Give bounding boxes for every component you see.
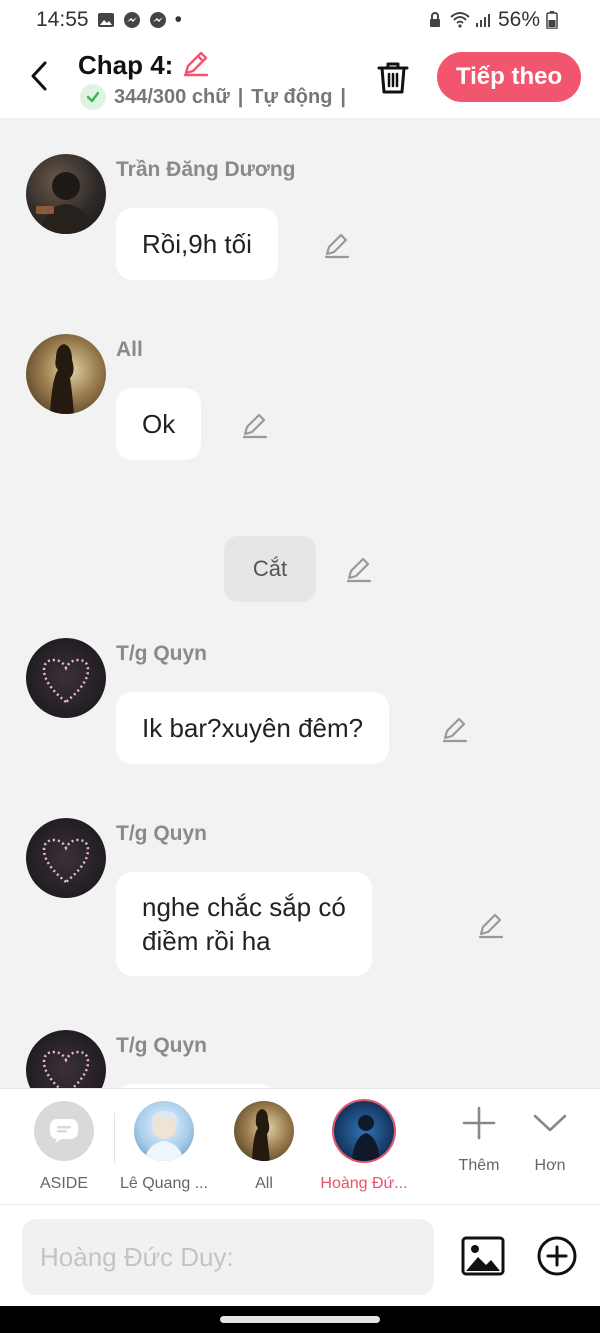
character-le-quang[interactable]: Lê Quang ... bbox=[114, 1101, 214, 1193]
add-label: Thêm bbox=[458, 1157, 500, 1174]
subtitle-row: 344/300 chữ | Tự động | bbox=[80, 84, 346, 110]
avatar[interactable] bbox=[26, 334, 106, 414]
chevron-down-icon bbox=[530, 1103, 570, 1143]
character-all[interactable]: All bbox=[214, 1101, 314, 1193]
status-right: 56% bbox=[426, 8, 564, 32]
avatar[interactable] bbox=[26, 818, 106, 898]
character-aside[interactable]: ASIDE bbox=[14, 1101, 114, 1193]
narration-bubble[interactable]: Cắt bbox=[224, 536, 316, 602]
home-indicator[interactable] bbox=[220, 1316, 380, 1323]
character-name: Lê Quang ... bbox=[119, 1175, 209, 1192]
message-bubble[interactable]: Ik bar?xuyên đêm? bbox=[116, 692, 390, 764]
check-icon bbox=[80, 84, 106, 110]
edit-narration-icon[interactable] bbox=[344, 554, 374, 584]
edit-message-icon[interactable] bbox=[240, 410, 270, 440]
message-bubble[interactable]: nghe chắc sắp có điềm rồi ha bbox=[116, 872, 372, 976]
chat-bubble-icon bbox=[50, 1119, 78, 1143]
edit-message-icon[interactable] bbox=[322, 230, 352, 260]
mode-label: Tự động bbox=[251, 85, 333, 108]
message-text: Ok bbox=[142, 409, 176, 439]
plus-icon bbox=[459, 1103, 499, 1143]
word-count: 344/300 chữ bbox=[114, 85, 230, 108]
back-button[interactable] bbox=[22, 56, 56, 96]
back-arrow-icon bbox=[31, 61, 47, 91]
character-name: ASIDE bbox=[39, 1175, 88, 1192]
trash-icon bbox=[377, 62, 409, 94]
sender-name: Trần Đăng Dương bbox=[116, 158, 296, 181]
status-bar: 14:55 • 56% bbox=[0, 0, 600, 40]
more-label: Hơn bbox=[534, 1157, 566, 1174]
lock-icon bbox=[426, 11, 444, 29]
title-row: Chap 4: bbox=[78, 48, 211, 83]
sender-name: All bbox=[116, 338, 143, 361]
plus-circle-icon bbox=[537, 1236, 577, 1276]
avatar[interactable] bbox=[26, 154, 106, 234]
add-character-button[interactable]: Thêm bbox=[444, 1103, 514, 1175]
wifi-icon bbox=[450, 11, 470, 29]
more-button[interactable]: Hơn bbox=[515, 1103, 585, 1175]
aside-avatar bbox=[34, 1101, 94, 1161]
character-avatar bbox=[334, 1101, 394, 1161]
sender-name: T/g Quyn bbox=[116, 642, 207, 665]
chat-area[interactable]: Trần Đăng Dương Rồi,9h tối All Ok Cắt T/… bbox=[0, 118, 600, 1088]
character-hoang-duc[interactable]: Hoàng Đứ... bbox=[314, 1101, 414, 1193]
message-text: Ik bar?xuyên đêm? bbox=[142, 713, 364, 743]
gallery-notification-icon bbox=[97, 11, 115, 29]
message-bubble[interactable]: Ok bbox=[116, 388, 202, 460]
message-bubble[interactable]: Rồi,9h tối bbox=[116, 208, 278, 280]
character-bar: ASIDE Lê Quang ... All Hoàng Đứ... Thêm … bbox=[0, 1088, 600, 1204]
character-name: All bbox=[255, 1175, 273, 1192]
message-input[interactable] bbox=[22, 1219, 434, 1295]
message-text-line-2: điềm rồi ha bbox=[142, 926, 271, 956]
sender-name: T/g Quyn bbox=[116, 822, 207, 845]
character-avatar bbox=[134, 1101, 194, 1161]
message-text: Rồi,9h tối bbox=[142, 229, 252, 259]
image-icon bbox=[461, 1236, 505, 1276]
edit-message-icon[interactable] bbox=[476, 910, 506, 940]
sender-name: T/g Quyn bbox=[116, 1034, 207, 1057]
messenger-notification-icon-2 bbox=[149, 11, 167, 29]
subtitle-separator: | bbox=[237, 85, 244, 108]
character-avatar bbox=[234, 1101, 294, 1161]
next-button[interactable]: Tiếp theo bbox=[437, 52, 581, 102]
edit-title-icon[interactable] bbox=[181, 48, 211, 83]
status-left: 14:55 • bbox=[36, 8, 182, 32]
status-time: 14:55 bbox=[36, 8, 89, 31]
avatar[interactable] bbox=[26, 1030, 106, 1088]
subtitle-trailing: | bbox=[340, 85, 347, 108]
battery-icon bbox=[546, 11, 564, 30]
messenger-notification-icon bbox=[123, 11, 141, 29]
chapter-title: Chap 4: bbox=[78, 50, 174, 80]
signal-icon bbox=[474, 11, 492, 29]
status-dot: • bbox=[174, 8, 182, 31]
edit-message-icon[interactable] bbox=[440, 714, 470, 744]
battery-percent: 56% bbox=[497, 8, 540, 31]
delete-button[interactable] bbox=[372, 56, 414, 98]
character-name: Hoàng Đứ... bbox=[320, 1175, 408, 1192]
add-content-button[interactable] bbox=[536, 1235, 578, 1277]
avatar[interactable] bbox=[26, 638, 106, 718]
header: Chap 4: 344/300 chữ | Tự động | Tiếp the… bbox=[0, 40, 600, 118]
narration-text: Cắt bbox=[252, 556, 288, 581]
message-text-line-1: nghe chắc sắp có bbox=[142, 892, 346, 922]
insert-image-button[interactable] bbox=[460, 1233, 506, 1279]
input-bar bbox=[0, 1204, 600, 1306]
system-nav-bar bbox=[0, 1306, 600, 1333]
